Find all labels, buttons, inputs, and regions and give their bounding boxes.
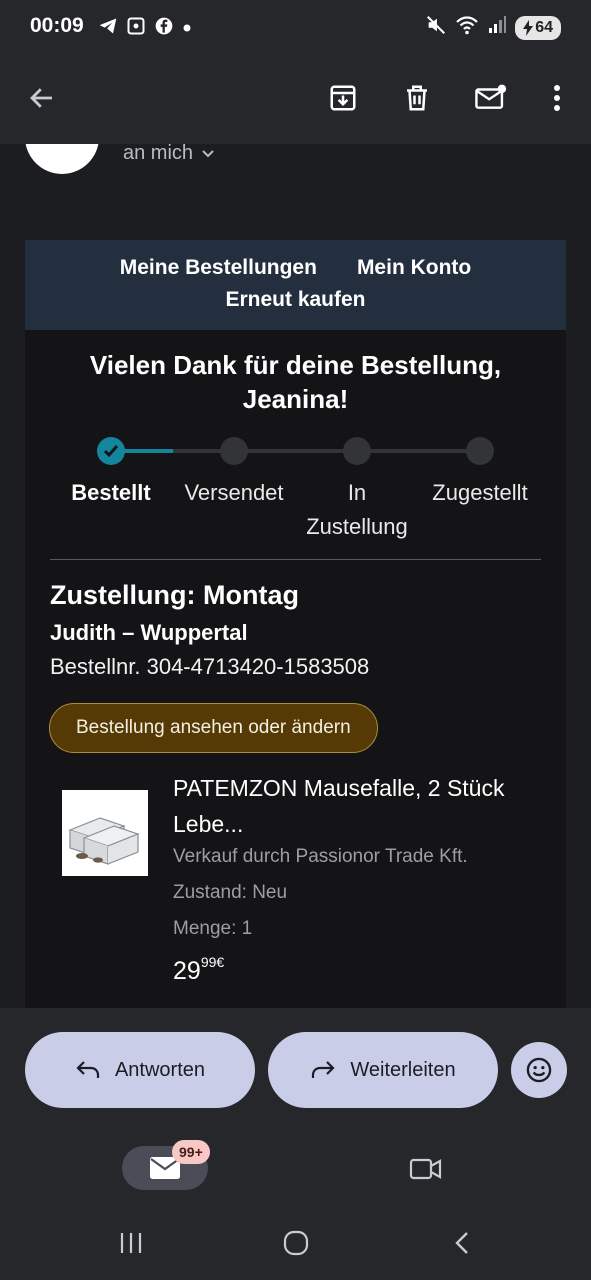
step-dot-shipped <box>220 437 248 465</box>
my-orders-link[interactable]: Meine Bestellungen <box>120 256 317 280</box>
delete-icon[interactable] <box>395 76 439 120</box>
more-vert-icon[interactable] <box>535 76 579 120</box>
app-bar <box>0 56 591 144</box>
thank-you-line-2: Jeanina! <box>242 384 349 414</box>
status-bar: 00:09 64 <box>0 0 591 56</box>
product-title-line-1: PATEMZON Mausefalle, 2 Stück <box>173 775 505 801</box>
forward-button[interactable]: Weiterleiten <box>268 1032 498 1108</box>
charging-icon <box>523 19 534 36</box>
home-icon[interactable] <box>276 1228 316 1258</box>
smiley-icon <box>526 1057 552 1083</box>
screenshot-icon <box>126 16 146 41</box>
price-main: 29 <box>173 957 201 985</box>
telegram-icon <box>98 16 118 41</box>
dot-icon <box>182 20 192 38</box>
order-email-card: Meine Bestellungen Mein Konto Erneut kau… <box>25 240 566 1008</box>
divider <box>50 559 541 560</box>
emoji-reaction-button[interactable] <box>511 1042 567 1098</box>
email-content: an mich Meine Bestellungen Mein Konto Er… <box>0 144 591 1008</box>
bottom-navigation: 99+ <box>0 1132 591 1206</box>
step-dot-ordered <box>97 437 125 465</box>
mute-icon <box>425 14 447 41</box>
price-fraction: 99€ <box>200 954 225 970</box>
step-label-delivered: Zugestellt <box>432 480 528 505</box>
archive-icon[interactable] <box>321 76 365 120</box>
step-label-out-line-1: In <box>347 480 367 505</box>
step-label-out-line-2: Zustellung <box>306 514 408 539</box>
forward-label: Weiterleiten <box>350 1058 456 1081</box>
avatar[interactable] <box>25 144 99 174</box>
signal-icon <box>487 15 507 40</box>
wifi-icon <box>455 14 479 41</box>
check-icon <box>103 445 119 458</box>
reply-icon <box>76 1061 100 1078</box>
reply-label: Antworten <box>114 1058 206 1081</box>
system-back-icon[interactable] <box>442 1228 482 1258</box>
step-label-ordered: Bestellt <box>71 480 151 505</box>
to-label: an mich <box>123 144 194 164</box>
view-order-button[interactable]: Bestellung ansehen oder ändern <box>49 703 378 753</box>
thank-you-line-1: Vielen Dank für deine Bestellung, <box>89 350 502 380</box>
facebook-icon <box>154 16 174 41</box>
system-navigation <box>0 1206 591 1280</box>
battery-indicator: 64 <box>515 15 561 40</box>
my-account-link[interactable]: Mein Konto <box>357 256 471 280</box>
arrow-left-icon[interactable] <box>20 76 64 120</box>
status-left-icons <box>98 16 192 41</box>
battery-level: 64 <box>535 18 553 36</box>
step-label-shipped: Versendet <box>184 480 284 505</box>
product-quantity: Menge: 1 <box>173 918 253 939</box>
delivery-recipient: Judith – Wuppertal <box>50 620 248 645</box>
delivery-heading: Zustellung: Montag <box>50 580 299 610</box>
recent-apps-icon[interactable] <box>111 1228 151 1258</box>
product-title[interactable]: PATEMZON Mausefalle, 2 Stück Lebe... <box>173 770 543 842</box>
forward-icon <box>312 1061 335 1078</box>
product-title-line-2: Lebe... <box>173 811 244 837</box>
thank-you-heading: Vielen Dank für deine Bestellung, Jeanin… <box>25 348 566 416</box>
status-right-icons: 64 <box>425 14 561 41</box>
product-condition: Zustand: Neu <box>173 882 288 903</box>
store-nav: Meine Bestellungen Mein Konto Erneut kau… <box>25 240 566 330</box>
meet-tab[interactable] <box>404 1154 448 1184</box>
step-dot-out-for-delivery <box>343 437 371 465</box>
recipient-details-toggle[interactable]: an mich <box>123 144 215 165</box>
order-number: Bestellnr. 304-4713420-1583508 <box>50 654 370 679</box>
mark-unread-icon[interactable] <box>469 76 513 120</box>
reply-actions-bar: Antworten Weiterleiten <box>0 1008 591 1132</box>
reply-button[interactable]: Antworten <box>25 1032 255 1108</box>
unread-badge: 99+ <box>172 1140 210 1164</box>
step-label-out-for-delivery: In Zustellung <box>287 476 427 544</box>
buy-again-link[interactable]: Erneut kaufen <box>225 288 365 311</box>
step-dot-delivered <box>466 437 494 465</box>
shipment-tracker: Bestellt Versendet In Zustellung Zugeste… <box>25 436 566 556</box>
video-camera-icon <box>409 1158 442 1180</box>
product-seller: Verkauf durch Passionor Trade Kft. <box>173 846 468 867</box>
chevron-down-icon <box>202 149 214 157</box>
product-image[interactable] <box>62 790 148 876</box>
status-time: 00:09 <box>30 14 84 37</box>
product-price: 2999€ <box>173 954 224 986</box>
